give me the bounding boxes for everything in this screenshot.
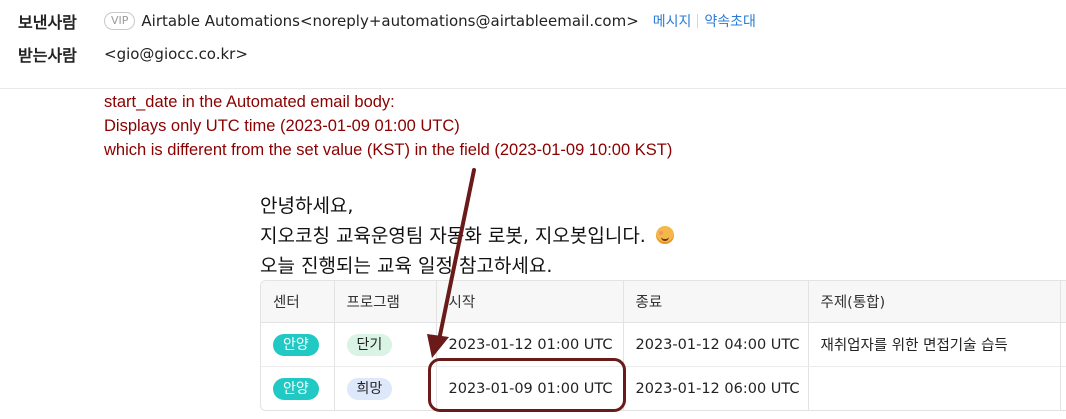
recipient-address[interactable]: <gio@giocc.co.kr> bbox=[104, 45, 248, 63]
cell-topic bbox=[808, 366, 1061, 410]
from-row: 보낸사람 VIP Airtable Automations<noreply+au… bbox=[18, 8, 756, 34]
invite-link[interactable]: 약속초대 bbox=[704, 11, 756, 31]
column-header-end: 종료 bbox=[623, 281, 809, 323]
column-header-center: 센터 bbox=[261, 281, 335, 323]
sender-address[interactable]: Airtable Automations<noreply+automations… bbox=[141, 12, 638, 30]
program-tag: 희망 bbox=[346, 377, 393, 400]
greeting-line: 안녕하세요, bbox=[260, 195, 354, 217]
cell-overflow bbox=[1060, 322, 1066, 367]
center-tag: 안양 bbox=[273, 377, 319, 400]
annotation-line-2: Displays only UTC time (2023-01-09 01:00… bbox=[104, 117, 460, 135]
table-header-row: 센터 프로그램 시작 종료 주제(통합) bbox=[261, 281, 1066, 323]
from-label: 보낸사람 bbox=[18, 13, 77, 32]
cell-center: 안양 bbox=[261, 322, 335, 367]
cell-center: 안양 bbox=[261, 366, 335, 410]
column-header-program: 프로그램 bbox=[334, 281, 437, 323]
column-header-overflow bbox=[1060, 281, 1066, 323]
cell-topic: 재취업자를 위한 면접기술 습득 bbox=[808, 322, 1061, 367]
center-tag: 안양 bbox=[273, 333, 319, 356]
schedule-line: 오늘 진행되는 교육 일정 참고하세요. bbox=[260, 255, 553, 277]
cell-program: 단기 bbox=[334, 322, 437, 367]
table-row: 안양 단기 2023-01-12 01:00 UTC 2023-01-12 04… bbox=[261, 322, 1066, 367]
column-header-start: 시작 bbox=[436, 281, 624, 323]
to-row: 받는사람 <gio@giocc.co.kr> bbox=[18, 41, 248, 67]
smiling-face-icon bbox=[655, 226, 674, 244]
table-row: 안양 희망 2023-01-09 01:00 UTC 2023-01-12 06… bbox=[261, 366, 1066, 410]
to-label: 받는사람 bbox=[18, 46, 77, 65]
link-separator bbox=[697, 14, 699, 28]
annotation-line-3: which is different from the set value (K… bbox=[104, 141, 673, 159]
cell-end: 2023-01-12 04:00 UTC bbox=[623, 322, 809, 367]
email-body-text: 안녕하세요, 지오코칭 교육운영팀 자동화 로봇, 지오봇입니다. 오늘 진행되… bbox=[260, 191, 674, 281]
annotation-line-1: start_date in the Automated email body: bbox=[104, 93, 395, 111]
vip-badge: VIP bbox=[104, 12, 136, 30]
message-link[interactable]: 메시지 bbox=[653, 11, 692, 31]
header-divider bbox=[0, 88, 1066, 89]
cell-end: 2023-01-12 06:00 UTC bbox=[623, 366, 809, 410]
program-tag: 단기 bbox=[346, 333, 393, 356]
cell-overflow bbox=[1060, 366, 1066, 410]
intro-text: 지오코칭 교육운영팀 자동화 로봇, 지오봇입니다. bbox=[260, 225, 646, 247]
schedule-table: 센터 프로그램 시작 종료 주제(통합) 안양 단기 2023-01-12 01… bbox=[260, 280, 1066, 411]
cell-program: 희망 bbox=[334, 366, 437, 410]
intro-line: 지오코칭 교육운영팀 자동화 로봇, 지오봇입니다. bbox=[260, 221, 674, 251]
column-header-topic: 주제(통합) bbox=[808, 281, 1061, 323]
highlight-box bbox=[428, 358, 626, 412]
annotation-note: start_date in the Automated email body: … bbox=[104, 90, 672, 162]
